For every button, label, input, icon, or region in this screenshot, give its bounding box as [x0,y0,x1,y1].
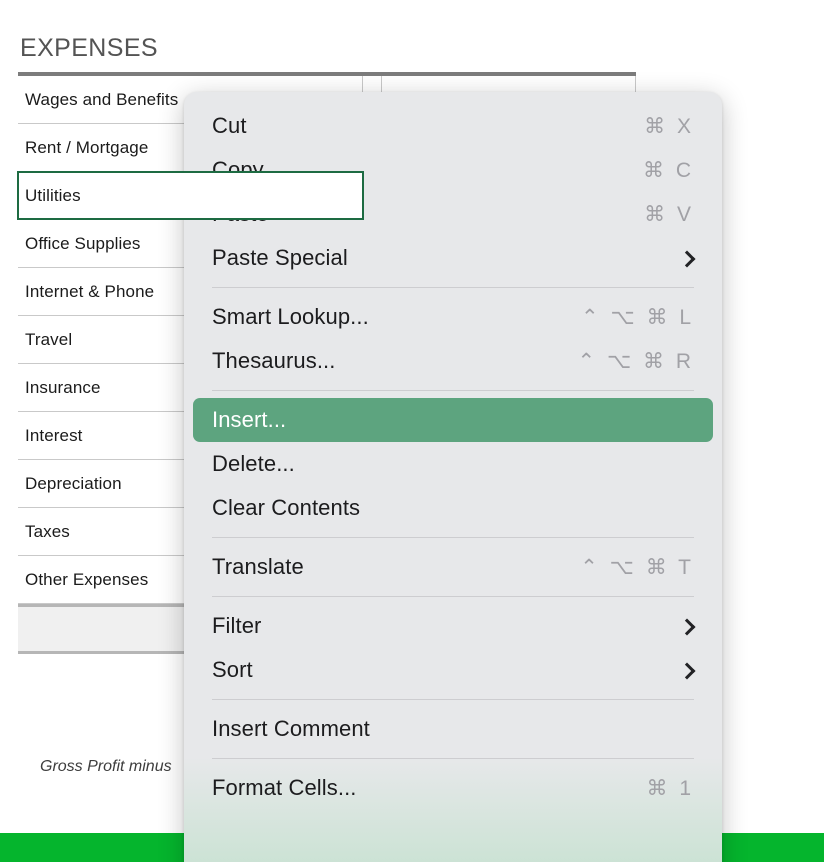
menu-item-delete[interactable]: Delete... [193,442,713,486]
menu-item-label: Insert... [212,407,287,432]
cell-label[interactable]: Utilities [17,171,364,220]
menu-item-label: Cut [212,113,247,138]
menu-separator [212,390,694,391]
menu-item-cut[interactable]: Cut ⌘ X [193,104,713,148]
menu-item-label: Smart Lookup... [212,304,369,329]
chevron-right-icon [680,619,694,633]
menu-item-clear-contents[interactable]: Clear Contents [193,486,713,530]
menu-item-format-cells[interactable]: Format Cells... ⌘ 1 [193,766,713,810]
menu-item-shortcut: ⌘ V [644,202,694,226]
footnote-text: Gross Profit minus [40,758,172,775]
menu-item-shortcut: ⌃ ⌥ ⌘ T [580,555,694,579]
menu-item-shortcut: ⌃ ⌥ ⌘ R [577,349,694,373]
menu-separator [212,699,694,700]
menu-item-label: Format Cells... [212,775,357,800]
page-title: EXPENSES [20,34,158,62]
menu-item-smart-lookup[interactable]: Smart Lookup... ⌃ ⌥ ⌘ L [193,295,713,339]
menu-item-shortcut: ⌃ ⌥ ⌘ L [581,305,694,329]
menu-item-label: Translate [212,554,304,579]
menu-item-sort[interactable]: Sort [193,648,713,692]
menu-item-paste-special[interactable]: Paste Special [193,236,713,280]
menu-item-label: Insert Comment [212,716,370,741]
menu-item-thesaurus[interactable]: Thesaurus... ⌃ ⌥ ⌘ R [193,339,713,383]
menu-item-translate[interactable]: Translate ⌃ ⌥ ⌘ T [193,545,713,589]
menu-item-insert[interactable]: Insert... [193,398,713,442]
chevron-right-icon [680,663,694,677]
menu-item-label: Delete... [212,451,295,476]
menu-item-label: Filter [212,613,262,638]
menu-item-insert-comment[interactable]: Insert Comment [193,707,713,751]
menu-item-label: Paste Special [212,245,348,270]
menu-item-shortcut: ⌘ 1 [646,776,694,800]
app-screen: EXPENSES Wages and Benefits Rent / Mortga… [0,0,824,862]
menu-item-label: Clear Contents [212,495,361,520]
chevron-right-icon [680,251,694,265]
menu-item-label: Sort [212,657,253,682]
menu-separator [212,287,694,288]
menu-item-label: Thesaurus... [212,348,336,373]
menu-separator [212,537,694,538]
menu-item-shortcut: ⌘ C [643,158,694,182]
menu-item-shortcut: ⌘ X [644,114,694,138]
menu-separator [212,758,694,759]
menu-separator [212,596,694,597]
menu-item-filter[interactable]: Filter [193,604,713,648]
